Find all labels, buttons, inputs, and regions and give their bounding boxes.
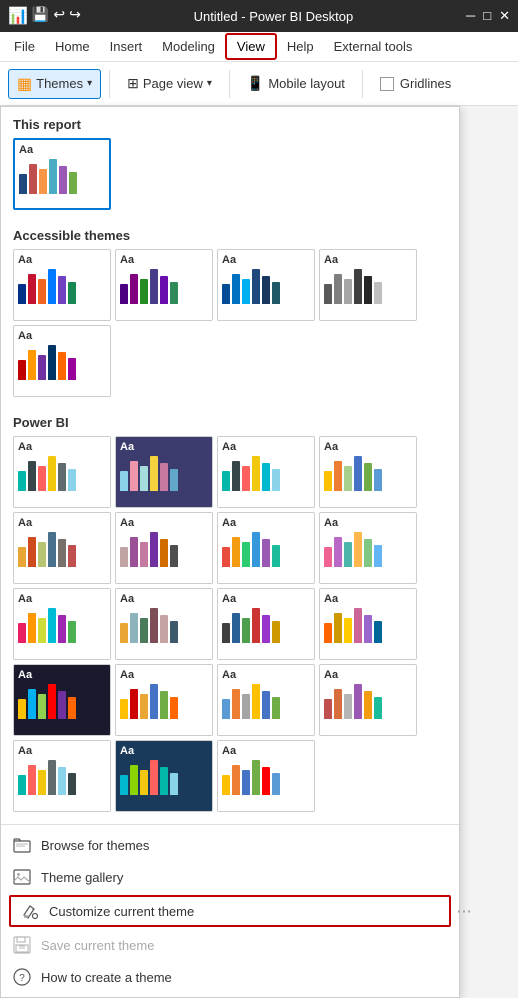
howto-theme-item[interactable]: ? How to create a theme [1,961,459,993]
menu-bar: File Home Insert Modeling View Help Exte… [0,32,518,62]
this-report-title: This report [1,107,459,138]
accessible-themes-title: Accessible themes [1,218,459,249]
menu-file[interactable]: File [4,35,45,58]
theme-card-p17[interactable]: Aa [13,740,111,812]
themes-chevron: ▾ [87,78,92,89]
theme-card-p18[interactable]: Aa [115,740,213,812]
themes-icon: ▦ [17,74,32,94]
dotted-line-indicator: · · · [456,901,469,922]
theme-card-p11[interactable]: Aa [217,588,315,660]
mobile-layout-label: Mobile layout [268,76,345,91]
folder-icon [13,836,31,854]
mobile-layout-button[interactable]: 📱 Mobile layout [238,70,354,97]
this-report-theme-grid: Aa [1,138,459,218]
menu-insert[interactable]: Insert [100,35,153,58]
save-icon [13,936,31,954]
ribbon-sep-1 [109,70,110,98]
ribbon-sep-2 [229,70,230,98]
browse-themes-item[interactable]: Browse for themes [1,829,459,861]
menu-view[interactable]: View [225,33,277,60]
theme-gallery-label: Theme gallery [41,870,123,885]
theme-card-p16[interactable]: Aa [319,664,417,736]
page-view-label: Page view [143,76,203,91]
save-theme-item: Save current theme [1,929,459,961]
theme-card-p2[interactable]: Aa [115,436,213,508]
theme-aa-label: Aa [19,144,105,156]
themes-label: Themes [36,76,83,91]
window-title: Untitled - Power BI Desktop [89,9,458,24]
gridlines-button[interactable]: Gridlines [371,71,460,96]
mobile-layout-icon: 📱 [247,75,264,92]
menu-external-tools[interactable]: External tools [324,35,423,58]
theme-card-p15[interactable]: Aa [217,664,315,736]
page-view-chevron: ▾ [207,78,212,89]
theme-card-p6[interactable]: Aa [115,512,213,584]
theme-card-p4[interactable]: Aa [319,436,417,508]
browse-themes-label: Browse for themes [41,838,149,853]
themes-button[interactable]: ▦ Themes ▾ [8,69,101,99]
theme-card-p14[interactable]: Aa [115,664,213,736]
theme-card-p8[interactable]: Aa [319,512,417,584]
theme-gallery-item[interactable]: Theme gallery [1,861,459,893]
page-view-icon: ⊞ [127,75,139,92]
ribbon-sep-3 [362,70,363,98]
theme-card-p19[interactable]: Aa [217,740,315,812]
howto-theme-label: How to create a theme [41,970,172,985]
theme-card-p1[interactable]: Aa [13,436,111,508]
theme-bars [19,158,105,194]
save-icon[interactable]: 💾 [32,6,49,26]
accessible-theme-grid: Aa Aa Aa [1,249,459,405]
minimize-btn[interactable]: ─ [466,8,475,24]
theme-card-a1[interactable]: Aa [13,249,111,321]
gridlines-checkbox[interactable] [380,77,394,91]
theme-card-tr1[interactable]: Aa [13,138,111,210]
close-btn[interactable]: ✕ [499,8,510,24]
redo-icon[interactable]: ↪ [69,6,81,26]
theme-card-p5[interactable]: Aa [13,512,111,584]
question-icon: ? [13,968,31,986]
app-icon: 📊 [8,6,28,26]
undo-icon[interactable]: ↩ [53,6,65,26]
menu-divider [1,824,459,825]
customize-theme-item[interactable]: Customize current theme · · · [9,895,451,927]
powerbi-themes-title: Power BI [1,405,459,436]
maximize-btn[interactable]: □ [483,8,491,24]
theme-card-a2[interactable]: Aa [115,249,213,321]
theme-card-p9[interactable]: Aa [13,588,111,660]
title-bar: 📊 💾 ↩ ↪ Untitled - Power BI Desktop ─ □ … [0,0,518,32]
theme-card-a3[interactable]: Aa [217,249,315,321]
window-controls: ─ □ ✕ [466,8,510,24]
theme-card-p10[interactable]: Aa [115,588,213,660]
save-theme-label: Save current theme [41,938,154,953]
menu-home[interactable]: Home [45,35,100,58]
theme-card-p12[interactable]: Aa [319,588,417,660]
ribbon: ▦ Themes ▾ ⊞ Page view ▾ 📱 Mobile layout… [0,62,518,106]
theme-card-p3[interactable]: Aa [217,436,315,508]
theme-card-p7[interactable]: Aa [217,512,315,584]
theme-card-a5[interactable]: Aa [13,325,111,397]
customize-theme-label: Customize current theme [49,904,194,919]
themes-dropdown: This report Aa Accessible themes Aa [0,106,460,998]
svg-text:?: ? [19,973,25,984]
menu-modeling[interactable]: Modeling [152,35,225,58]
menu-help[interactable]: Help [277,35,324,58]
theme-card-p13[interactable]: Aa [13,664,111,736]
page-view-button[interactable]: ⊞ Page view ▾ [118,70,221,97]
powerbi-theme-grid: Aa Aa Aa [1,436,459,820]
title-bar-icons: 📊 💾 ↩ ↪ [8,6,81,26]
picture-icon [13,868,31,886]
gridlines-label: Gridlines [400,76,451,91]
theme-card-a4[interactable]: Aa [319,249,417,321]
paint-icon [21,902,39,920]
